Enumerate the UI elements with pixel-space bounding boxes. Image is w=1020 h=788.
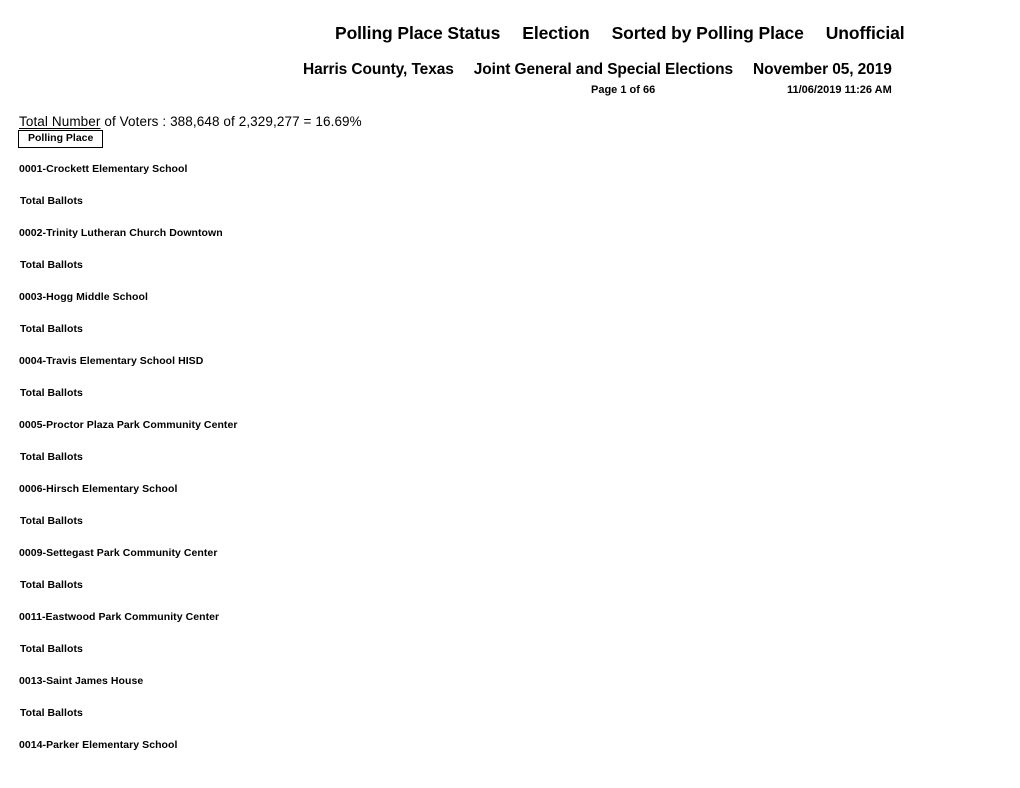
total-ballots-label: Total Ballots xyxy=(20,195,83,207)
generated-timestamp: 11/06/2019 11:26 AM xyxy=(787,84,892,96)
polling-place-name: 0001-Crockett Elementary School xyxy=(19,163,188,175)
polling-place-name: 0014-Parker Elementary School xyxy=(19,739,178,751)
total-voters-label: Total Number xyxy=(19,114,101,129)
total-ballots-row: Total Ballots xyxy=(0,707,1020,739)
total-ballots-label: Total Ballots xyxy=(20,643,83,655)
total-ballots-label: Total Ballots xyxy=(20,515,83,527)
polling-place-name: 0003-Hogg Middle School xyxy=(19,291,148,303)
total-ballots-row: Total Ballots xyxy=(0,451,1020,483)
report-page: Polling Place Status Election Sorted by Po… xyxy=(0,0,1020,788)
polling-place-name: 0009-Settegast Park Community Center xyxy=(19,547,218,559)
polling-place-row: 0002-Trinity Lutheran Church Downtown xyxy=(0,227,1020,259)
polling-place-name: 0004-Travis Elementary School HISD xyxy=(19,355,204,367)
report-title-election: Election xyxy=(522,23,590,43)
total-ballots-row: Total Ballots xyxy=(0,259,1020,291)
column-header-polling-place: Polling Place xyxy=(18,130,104,148)
total-ballots-label: Total Ballots xyxy=(20,707,83,719)
total-voters-summary: Total Number of Voters : 388,648 of 2,32… xyxy=(19,114,362,129)
polling-place-name: 0013-Saint James House xyxy=(19,675,144,687)
polling-place-row: 0001-Crockett Elementary School xyxy=(0,163,1020,195)
total-ballots-label: Total Ballots xyxy=(20,259,83,271)
total-ballots-row: Total Ballots xyxy=(0,387,1020,419)
report-title-line: Polling Place Status Election Sorted by Po… xyxy=(335,23,905,44)
polling-place-row: 0014-Parker Elementary School xyxy=(0,739,1020,771)
total-ballots-row: Total Ballots xyxy=(0,579,1020,611)
polling-place-name: 0002-Trinity Lutheran Church Downtown xyxy=(19,227,223,239)
total-ballots-row: Total Ballots xyxy=(0,643,1020,675)
total-ballots-label: Total Ballots xyxy=(20,387,83,399)
page-indicator: Page 1 of 66 xyxy=(591,84,656,96)
report-subtitle-election-date: November 05, 2019 xyxy=(753,61,892,78)
total-voters-value: of Voters : 388,648 of 2,329,277 = 16.69… xyxy=(100,114,362,129)
total-ballots-label: Total Ballots xyxy=(20,451,83,463)
polling-place-row: 0006-Hirsch Elementary School xyxy=(0,483,1020,515)
polling-place-row: 0004-Travis Elementary School HISD xyxy=(0,355,1020,387)
polling-place-row: 0011-Eastwood Park Community Center xyxy=(0,611,1020,643)
polling-place-row: 0003-Hogg Middle School xyxy=(0,291,1020,323)
report-body: 0001-Crockett Elementary School Total Bal… xyxy=(0,163,1020,771)
total-ballots-row: Total Ballots xyxy=(0,515,1020,547)
report-subtitle-jurisdiction: Harris County, Texas xyxy=(303,61,454,78)
report-title-report-name: Polling Place Status xyxy=(335,23,501,43)
report-subtitle-election-name: Joint General and Special Elections xyxy=(473,61,733,78)
polling-place-name: 0011-Eastwood Park Community Center xyxy=(19,611,220,623)
polling-place-name: 0005-Proctor Plaza Park Community Center xyxy=(19,419,238,431)
polling-place-row: 0013-Saint James House xyxy=(0,675,1020,707)
column-header-polling-place-label: Polling Place xyxy=(28,132,94,144)
report-title-sort-order: Sorted by Polling Place xyxy=(611,23,804,43)
total-ballots-label: Total Ballots xyxy=(20,323,83,335)
report-subtitle-line: Harris County, Texas Joint General and Sp… xyxy=(303,61,892,79)
total-ballots-row: Total Ballots xyxy=(0,323,1020,355)
total-ballots-row: Total Ballots xyxy=(0,195,1020,227)
report-title-status: Unofficial xyxy=(825,23,905,43)
polling-place-name: 0006-Hirsch Elementary School xyxy=(19,483,178,495)
total-ballots-label: Total Ballots xyxy=(20,579,83,591)
polling-place-row: 0005-Proctor Plaza Park Community Center xyxy=(0,419,1020,451)
polling-place-row: 0009-Settegast Park Community Center xyxy=(0,547,1020,579)
